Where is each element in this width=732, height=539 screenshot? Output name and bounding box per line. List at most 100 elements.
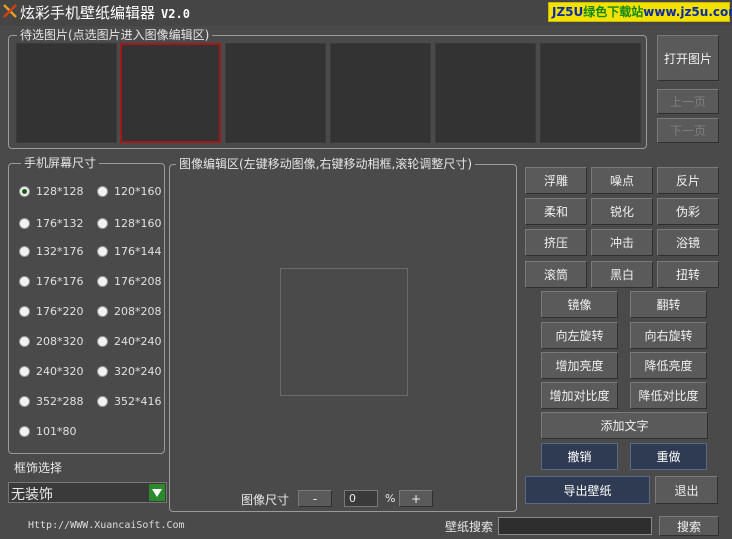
website-link[interactable]: Http://WWW.XuancaiSoft.Com [28, 520, 185, 531]
next-page-button[interactable]: 下一页 [657, 118, 719, 143]
soften-button[interactable]: 柔和 [525, 198, 587, 225]
radio-size-16[interactable]: 101*80 [19, 423, 77, 439]
radio-size-13[interactable]: 320*240 [97, 363, 162, 379]
radio-size-0[interactable]: 128*128 [19, 183, 84, 199]
radio-label: 128*160 [114, 216, 162, 230]
radio-label: 240*320 [36, 364, 84, 378]
add-text-button[interactable]: 添加文字 [541, 412, 708, 439]
emboss-button[interactable]: 浮雕 [525, 167, 587, 194]
search-button[interactable]: 搜索 [659, 516, 719, 536]
radio-label: 176*132 [36, 216, 84, 230]
radio-size-1[interactable]: 120*160 [97, 183, 162, 199]
thumbnail-slot[interactable] [330, 43, 431, 143]
twist-button[interactable]: 扭转 [657, 261, 719, 288]
radio-label: 176*144 [114, 244, 162, 258]
increase-brightness-button[interactable]: 增加亮度 [541, 352, 618, 379]
radio-size-5[interactable]: 176*144 [97, 243, 162, 259]
radio-label: 352*416 [114, 394, 162, 408]
radio-dot [97, 305, 108, 317]
radio-dot [97, 335, 108, 347]
editor-group-title: 图像编辑区(左键移动图像,右键移动相框,滚轮调整尺寸) [176, 157, 475, 172]
cylinder-button[interactable]: 滚筒 [525, 261, 587, 288]
pseudocolor-button[interactable]: 伪彩 [657, 198, 719, 225]
radio-label: 176*208 [114, 274, 162, 288]
wallpaper-search-label: 壁纸搜索 [445, 520, 494, 534]
radio-dot [19, 305, 30, 317]
radio-dot [19, 395, 30, 407]
radio-dot [97, 275, 108, 287]
mirror-button[interactable]: 镜像 [541, 291, 618, 318]
screen-size-group-title: 手机屏幕尺寸 [21, 156, 100, 171]
radio-size-4[interactable]: 132*176 [19, 243, 84, 259]
thumbnail-slot[interactable] [16, 43, 117, 143]
frame-select-dropdown[interactable]: 无装饰 [8, 482, 167, 503]
exit-button[interactable]: 退出 [655, 476, 718, 504]
radio-dot [19, 335, 30, 347]
open-image-button[interactable]: 打开图片 [657, 35, 719, 81]
radio-dot [19, 425, 30, 437]
radio-dot [19, 217, 30, 229]
radio-size-10[interactable]: 208*320 [19, 333, 84, 349]
prev-page-button[interactable]: 上一页 [657, 89, 719, 114]
radio-label: 128*128 [36, 184, 84, 198]
squeeze-button[interactable]: 挤压 [525, 229, 587, 256]
impact-button[interactable]: 冲击 [591, 229, 653, 256]
increase-contrast-button[interactable]: 增加对比度 [541, 382, 618, 409]
radio-size-14[interactable]: 352*288 [19, 393, 84, 409]
thumbnail-slot[interactable] [225, 43, 326, 143]
watermark-site-name: 绿色下载站 [583, 5, 644, 19]
noise-button[interactable]: 噪点 [591, 167, 653, 194]
radio-label: 132*176 [36, 244, 84, 258]
watermark-url: www.jz5u.com [643, 5, 732, 19]
thumbnail-slot[interactable] [540, 43, 641, 143]
radio-label: 208*208 [114, 304, 162, 318]
radio-label: 208*320 [36, 334, 84, 348]
radio-dot [97, 395, 108, 407]
flip-button[interactable]: 翻转 [630, 291, 707, 318]
decrease-brightness-button[interactable]: 降低亮度 [630, 352, 707, 379]
percent-sign: % [385, 492, 396, 505]
thumbnail-slot-selected[interactable] [120, 43, 221, 143]
frame-select-label: 框饰选择 [14, 461, 63, 475]
radio-size-6[interactable]: 176*176 [19, 273, 84, 289]
radio-size-2[interactable]: 176*132 [19, 215, 84, 231]
radio-dot [19, 275, 30, 287]
radio-label: 101*80 [36, 424, 77, 438]
watermark-badge: JZ5U绿色下载站www.jz5u.com [548, 2, 732, 22]
export-wallpaper-button[interactable]: 导出壁纸 [525, 476, 650, 504]
radio-dot [97, 365, 108, 377]
radio-label: 352*288 [36, 394, 84, 408]
wallpaper-search-input[interactable] [498, 517, 652, 535]
rotate-left-button[interactable]: 向左旋转 [541, 322, 618, 349]
window-title-text: 炫彩手机壁纸编辑器 [20, 4, 156, 22]
image-size-label: 图像尺寸 [241, 493, 290, 507]
undo-button[interactable]: 撤销 [541, 443, 618, 470]
app-icon [3, 4, 17, 18]
radio-size-8[interactable]: 176*220 [19, 303, 84, 319]
radio-label: 240*240 [114, 334, 162, 348]
redo-button[interactable]: 重做 [630, 443, 707, 470]
radio-label: 176*220 [36, 304, 84, 318]
thumbnail-slot[interactable] [435, 43, 536, 143]
invert-button[interactable]: 反片 [657, 167, 719, 194]
dropdown-arrow-icon[interactable] [149, 484, 165, 501]
radio-size-7[interactable]: 176*208 [97, 273, 162, 289]
rotate-right-button[interactable]: 向右旋转 [630, 322, 707, 349]
radio-size-15[interactable]: 352*416 [97, 393, 162, 409]
radio-size-9[interactable]: 208*208 [97, 303, 162, 319]
window-version: V2.0 [161, 7, 190, 21]
radio-size-11[interactable]: 240*240 [97, 333, 162, 349]
decrease-contrast-button[interactable]: 降低对比度 [630, 382, 707, 409]
radio-size-3[interactable]: 128*160 [97, 215, 162, 231]
radio-label: 120*160 [114, 184, 162, 198]
size-percent-input[interactable]: 0 [344, 490, 378, 507]
size-increase-button[interactable]: + [399, 490, 433, 507]
sharpen-button[interactable]: 锐化 [591, 198, 653, 225]
size-decrease-button[interactable]: - [298, 490, 332, 507]
thumbnail-group-title: 待选图片(点选图片进入图像编辑区) [17, 28, 213, 43]
black-white-button[interactable]: 黑白 [591, 261, 653, 288]
radio-dot [19, 365, 30, 377]
radio-size-12[interactable]: 240*320 [19, 363, 84, 379]
editor-canvas[interactable] [280, 268, 408, 396]
bath-mirror-button[interactable]: 浴镜 [657, 229, 719, 256]
